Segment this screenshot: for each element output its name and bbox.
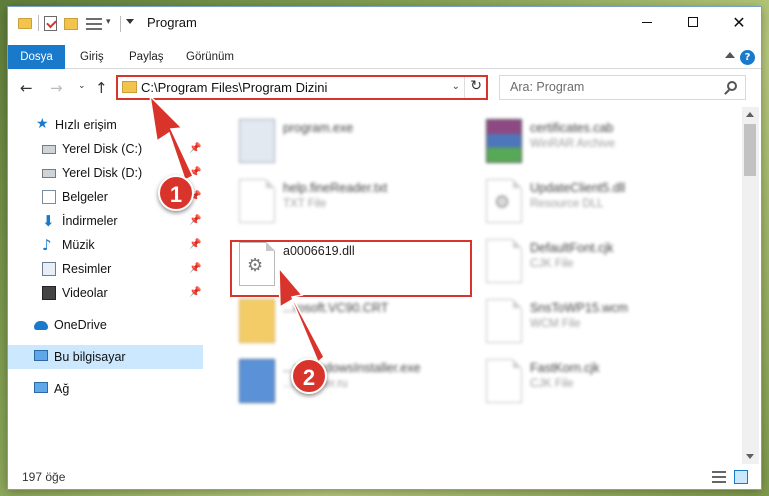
arrow-2 — [278, 265, 325, 364]
arrow-1 — [148, 93, 194, 182]
annotation-arrows — [148, 93, 325, 364]
step-2-badge: 2 — [291, 358, 327, 394]
step-1-badge: 1 — [158, 175, 194, 211]
